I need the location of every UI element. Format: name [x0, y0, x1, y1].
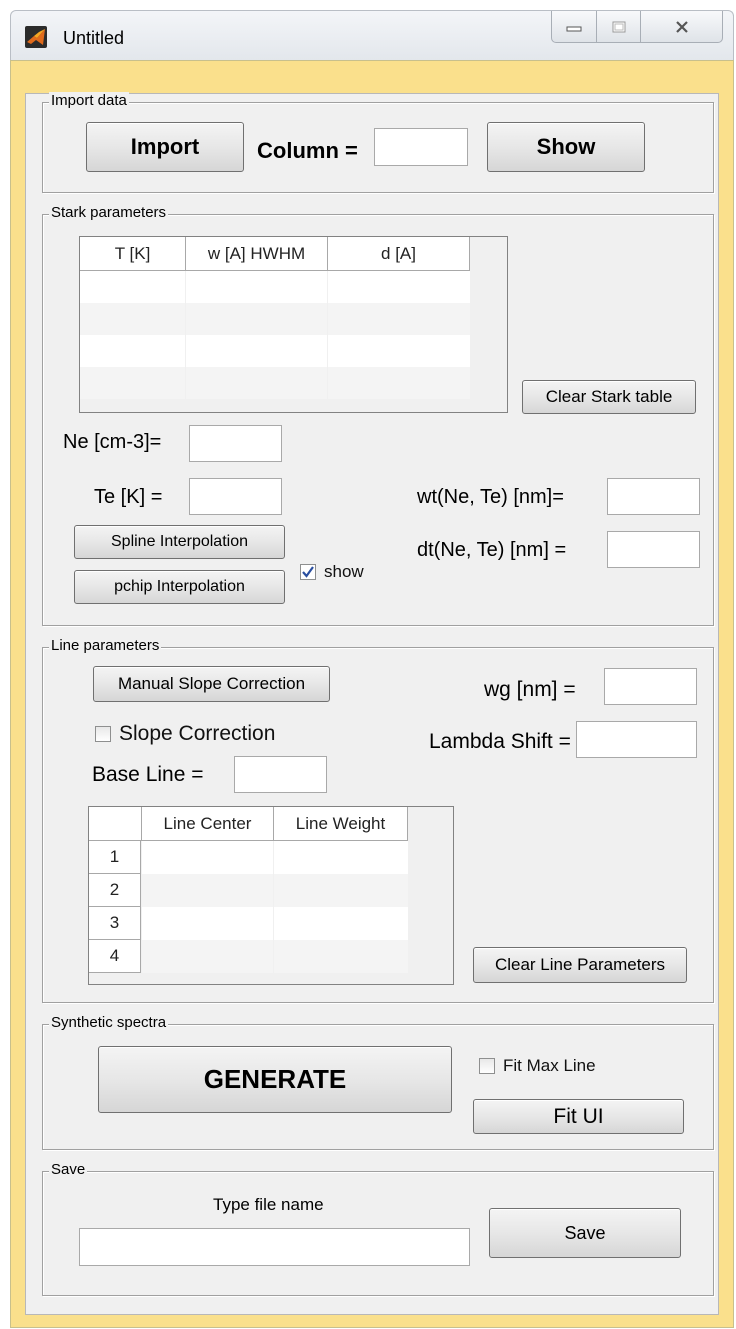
table-row[interactable] — [142, 940, 408, 973]
clear-line-parameters-button[interactable]: Clear Line Parameters — [473, 947, 687, 983]
dt-input[interactable] — [607, 531, 700, 568]
import-button[interactable]: Import — [86, 122, 244, 172]
line-table-corner — [89, 807, 142, 841]
close-icon — [675, 20, 688, 33]
import-data-title: Import data — [49, 92, 129, 110]
column-input[interactable] — [374, 128, 468, 166]
wg-label: wg [nm] = — [484, 678, 576, 701]
column-divider — [185, 271, 186, 399]
table-row[interactable] — [80, 335, 470, 367]
type-file-name-label: Type file name — [213, 1195, 324, 1214]
dt-label: dt(Ne, Te) [nm] = — [417, 539, 567, 561]
table-row[interactable] — [142, 907, 408, 940]
table-row[interactable] — [142, 841, 408, 874]
wg-input[interactable] — [604, 668, 697, 705]
table-row[interactable] — [80, 303, 470, 335]
manual-slope-correction-label: Manual Slope Correction — [117, 674, 306, 693]
fit-ui-button-label: Fit UI — [553, 1104, 604, 1128]
show-checkbox[interactable]: show — [300, 562, 364, 582]
import-button-label: Import — [130, 134, 200, 159]
matlab-icon — [25, 26, 47, 48]
slope-correction-box[interactable] — [95, 726, 111, 742]
show-checkbox-box[interactable] — [300, 564, 316, 580]
ne-label: Ne [cm-3]= — [63, 431, 162, 453]
lambda-shift-label: Lambda Shift = — [429, 730, 571, 753]
slope-correction-label: Slope Correction — [119, 722, 276, 745]
pchip-interpolation-label: pchip Interpolation — [114, 578, 245, 595]
window-title: Untitled — [63, 28, 125, 48]
row-header: 1 — [89, 841, 141, 874]
base-line-input[interactable] — [234, 756, 327, 793]
fit-max-line-box[interactable] — [479, 1058, 495, 1074]
te-label: Te [K] = — [94, 486, 163, 508]
stark-parameters-title: Stark parameters — [49, 204, 169, 222]
table-row[interactable] — [80, 367, 470, 399]
maximize-icon — [612, 21, 625, 32]
table-row[interactable] — [142, 874, 408, 907]
line-column-header: Line Weight — [274, 807, 408, 841]
slope-correction-checkbox[interactable]: Slope Correction — [95, 722, 275, 746]
save-title: Save — [49, 1161, 88, 1179]
stark-parameters-panel: Stark parameters T [K] w [A] HWHM d [A] … — [42, 204, 714, 626]
fit-ui-button[interactable]: Fit UI — [473, 1099, 684, 1134]
stark-column-header: w [A] HWHM — [186, 237, 328, 271]
column-divider — [327, 271, 328, 399]
te-input[interactable] — [189, 478, 282, 515]
spline-interpolation-label: Spline Interpolation — [111, 533, 248, 550]
stark-column-header: T [K] — [80, 237, 186, 271]
line-parameters-panel: Line parameters Manual Slope Correction … — [42, 637, 714, 1003]
row-header: 4 — [89, 940, 141, 973]
column-divider — [273, 841, 274, 973]
window-controls — [551, 11, 723, 43]
wt-label: wt(Ne, Te) [nm]= — [417, 486, 564, 508]
manual-slope-correction-button[interactable]: Manual Slope Correction — [93, 666, 330, 702]
figure-client-area: Import data Import Column = Show Stark p… — [25, 92, 719, 1315]
import-data-panel: Import data Import Column = Show — [42, 92, 714, 193]
show-checkbox-label: show — [324, 562, 364, 581]
checkmark-icon — [302, 566, 314, 578]
minimize-icon — [566, 26, 582, 31]
save-button[interactable]: Save — [489, 1208, 681, 1258]
wt-input[interactable] — [607, 478, 700, 515]
spline-interpolation-button[interactable]: Spline Interpolation — [74, 525, 285, 559]
figure-frame: Import data Import Column = Show Stark p… — [10, 60, 734, 1328]
pchip-interpolation-button[interactable]: pchip Interpolation — [74, 570, 285, 604]
row-header: 2 — [89, 874, 141, 907]
line-table[interactable]: Line Center Line Weight 1 2 3 4 — [88, 806, 454, 985]
generate-button[interactable]: GENERATE — [98, 1046, 452, 1113]
base-line-label: Base Line = — [92, 763, 204, 786]
show-button[interactable]: Show — [487, 122, 645, 172]
generate-button-label: GENERATE — [203, 1064, 347, 1094]
minimize-button[interactable] — [551, 11, 597, 43]
clear-line-parameters-label: Clear Line Parameters — [494, 955, 666, 974]
title-bar: Untitled — [10, 10, 734, 60]
stark-column-header: d [A] — [328, 237, 470, 271]
ne-input[interactable] — [189, 425, 282, 462]
maximize-button[interactable] — [597, 11, 641, 43]
save-panel: Save Type file name Save — [42, 1161, 714, 1296]
fit-max-line-checkbox[interactable]: Fit Max Line — [479, 1056, 596, 1076]
show-button-label: Show — [536, 134, 596, 159]
close-button[interactable] — [641, 11, 723, 43]
app-window: Untitled Import data Import Column = Sho… — [0, 0, 736, 1329]
synthetic-spectra-title: Synthetic spectra — [49, 1014, 169, 1032]
file-name-input[interactable] — [79, 1228, 470, 1266]
clear-stark-table-button[interactable]: Clear Stark table — [522, 380, 696, 414]
line-column-header: Line Center — [142, 807, 274, 841]
clear-stark-table-label: Clear Stark table — [545, 387, 673, 406]
row-header: 3 — [89, 907, 141, 940]
save-button-label: Save — [564, 1222, 606, 1243]
column-label: Column = — [257, 138, 358, 163]
table-row[interactable] — [80, 271, 470, 303]
lambda-shift-input[interactable] — [576, 721, 697, 758]
synthetic-spectra-panel: Synthetic spectra GENERATE Fit Max Line … — [42, 1014, 714, 1150]
stark-table[interactable]: T [K] w [A] HWHM d [A] — [79, 236, 508, 413]
line-parameters-title: Line parameters — [49, 637, 162, 655]
fit-max-line-label: Fit Max Line — [503, 1056, 596, 1075]
